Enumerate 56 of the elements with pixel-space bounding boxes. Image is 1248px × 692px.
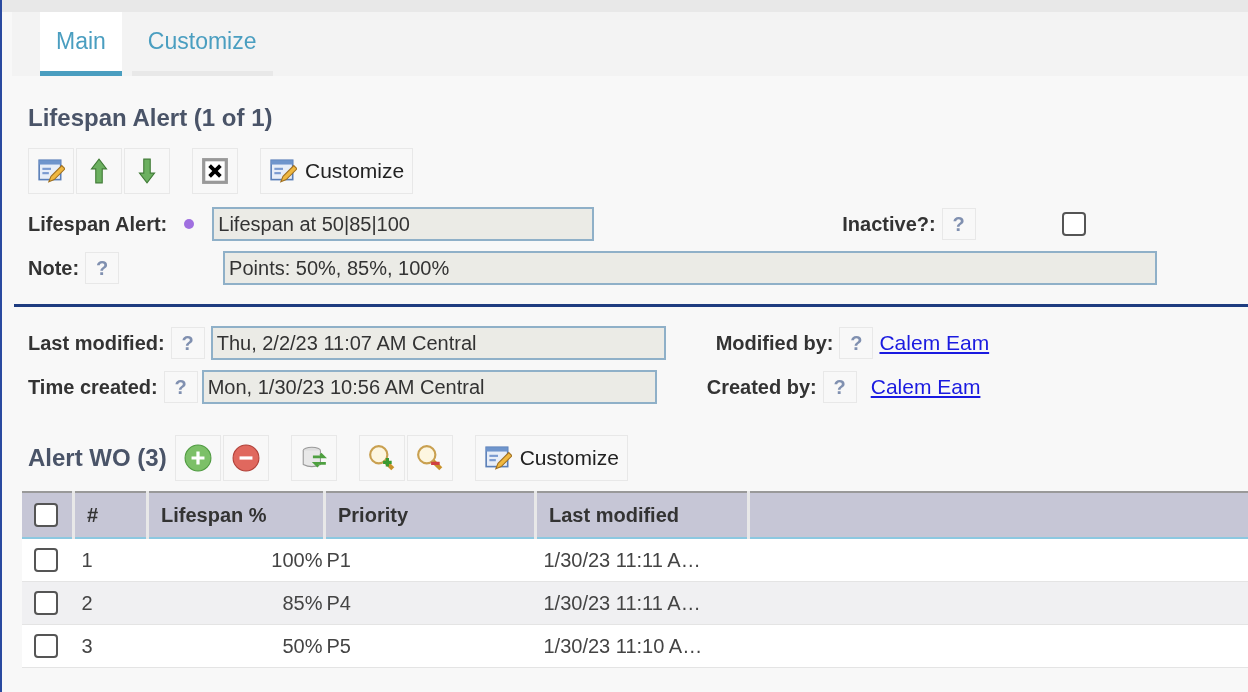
section-title: Alert WO (3) (28, 444, 167, 472)
column-header[interactable]: # (73, 492, 148, 538)
field-label: Last modified: (28, 331, 165, 355)
customize-button[interactable]: Customize (474, 435, 628, 481)
table-cell: 2 (73, 581, 148, 625)
remove-icon (231, 444, 260, 472)
refresh-button[interactable] (290, 435, 337, 481)
zoom-in-icon (367, 444, 396, 472)
form-pencil-icon (483, 444, 512, 472)
table-cell: 50% (147, 624, 325, 668)
field-label: Inactive?: (842, 212, 936, 236)
add-icon (183, 444, 212, 472)
user-link[interactable]: Calem Eam (870, 375, 981, 399)
form-pencil-icon (269, 157, 297, 185)
zoom-out-icon (415, 444, 444, 472)
table-cell: P5 (324, 624, 536, 668)
remove-button[interactable] (222, 435, 269, 481)
row-checkbox[interactable] (34, 591, 58, 615)
table-cell: P4 (324, 581, 536, 625)
input-field[interactable]: Thu, 2/2/23 11:07 AM Central (210, 326, 666, 360)
checkbox[interactable] (1061, 212, 1086, 236)
column-header[interactable]: Lifespan % (147, 492, 325, 538)
field-label: Created by: (706, 375, 817, 399)
table-cell: 85% (147, 581, 325, 625)
table-cell: P1 (324, 538, 536, 582)
field-label: Lifespan Alert: (28, 212, 168, 236)
table-cell: 3 (73, 624, 148, 668)
up-button[interactable] (76, 148, 122, 194)
input-field[interactable]: Points: 50%, 85%, 100% (223, 251, 1158, 285)
down-button[interactable] (124, 148, 170, 194)
input-field[interactable]: Mon, 1/30/23 10:56 AM Central (201, 370, 657, 404)
delete-button[interactable] (192, 148, 238, 194)
input-field[interactable]: Lifespan at 50|85|100 (212, 207, 595, 241)
form-pencil-icon (37, 157, 65, 185)
section-title: Lifespan Alert (1 of 1) (28, 104, 274, 132)
user-link[interactable]: Calem Eam (879, 331, 990, 355)
table-cell: 1/30/23 11:11 A… (535, 581, 749, 625)
row-checkbox[interactable] (34, 548, 58, 572)
column-header[interactable]: Priority (324, 492, 536, 538)
zoom-in-button[interactable] (358, 435, 405, 481)
column-header[interactable]: Last modified (535, 492, 749, 538)
delete-icon (201, 157, 229, 185)
row-checkbox[interactable] (34, 634, 58, 658)
table-cell: 1/30/23 11:11 A… (535, 538, 749, 582)
field-label: Time created: (28, 375, 158, 399)
field-label: Note: (28, 256, 80, 280)
zoom-out-button[interactable] (406, 435, 453, 481)
table-cell: 1/30/23 11:10 A… (535, 624, 749, 668)
field-label: Modified by: (715, 331, 834, 355)
required-dot-icon (184, 219, 195, 229)
add-button[interactable] (174, 435, 221, 481)
customize-button[interactable]: Customize (260, 148, 414, 194)
table-cell: 100% (147, 538, 325, 582)
edit-button[interactable] (28, 148, 74, 194)
select-all-checkbox[interactable] (34, 503, 58, 527)
table-cell: 1 (73, 538, 148, 582)
